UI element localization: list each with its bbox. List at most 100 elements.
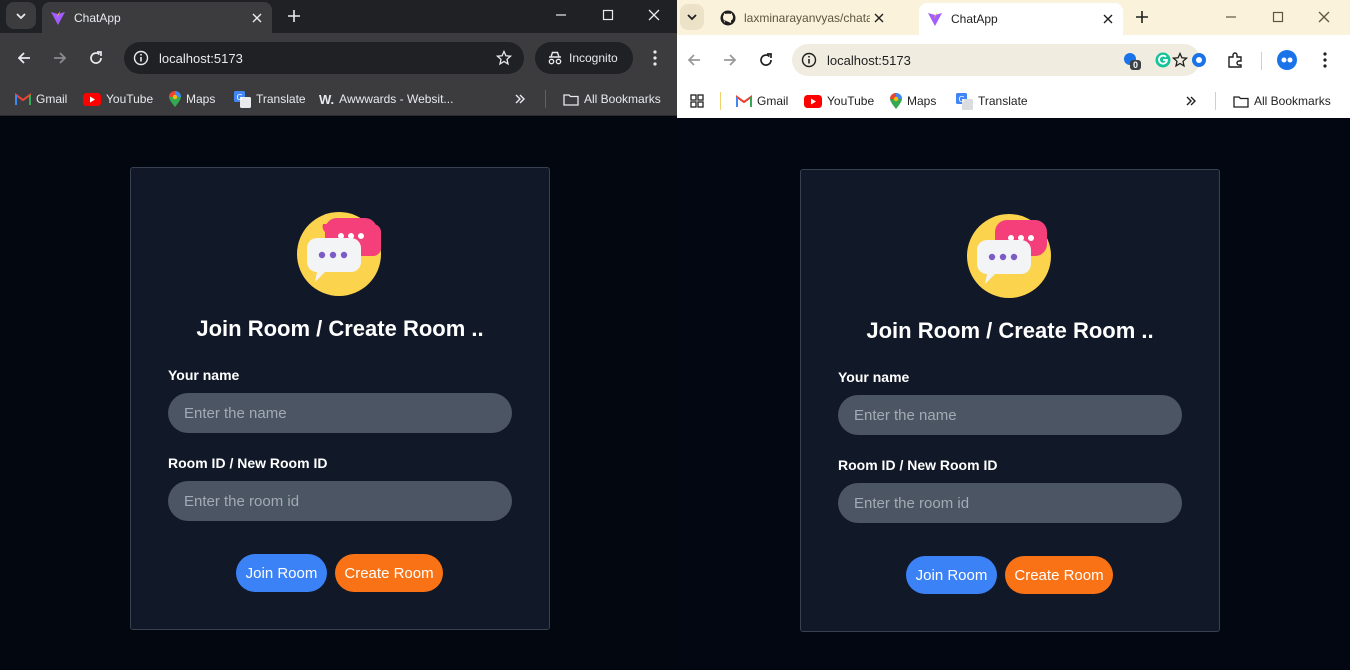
- name-input[interactable]: [168, 393, 512, 433]
- close-window-button[interactable]: [641, 3, 667, 27]
- bookmark-maps[interactable]: Maps: [169, 87, 215, 111]
- close-tab-button[interactable]: [870, 9, 888, 27]
- chevron-double-right-icon: [1186, 96, 1196, 106]
- extensions-menu-button[interactable]: [1222, 47, 1248, 73]
- address-text: localhost:5173: [827, 53, 911, 68]
- bookmark-label: Maps: [186, 92, 216, 106]
- tab-search-button[interactable]: [6, 2, 36, 29]
- tab-chatapp[interactable]: ChatApp: [919, 3, 1123, 35]
- bookmarks-divider: [545, 90, 546, 108]
- name-input[interactable]: [838, 395, 1182, 435]
- maximize-icon: [602, 9, 614, 21]
- back-button[interactable]: [11, 45, 37, 71]
- address-text: localhost:5173: [159, 51, 243, 66]
- join-room-button[interactable]: Join Room: [906, 556, 997, 594]
- profile-avatar-icon: [1277, 50, 1297, 70]
- bookmark-gmail[interactable]: Gmail: [736, 89, 788, 113]
- more-bookmarks-button[interactable]: [1185, 89, 1197, 113]
- grammarly-icon: [1155, 52, 1171, 68]
- close-window-button[interactable]: [1311, 5, 1337, 29]
- incognito-label: Incognito: [569, 51, 618, 65]
- new-tab-button[interactable]: [1131, 6, 1153, 28]
- back-button[interactable]: [681, 47, 707, 73]
- tab-title: laxminarayanvyas/chatapp: [744, 11, 870, 25]
- folder-icon: [563, 93, 579, 106]
- apps-grid-icon: [690, 94, 704, 108]
- bookmarks-bar: Gmail YouTube Maps G Translate W. Awwwar…: [0, 83, 677, 116]
- bookmark-awwwards[interactable]: W. Awwwards - Websit...: [319, 87, 453, 111]
- incognito-icon: [548, 51, 562, 65]
- create-room-button[interactable]: Create Room: [1005, 556, 1113, 594]
- bookmark-label: YouTube: [827, 94, 875, 108]
- bookmark-youtube[interactable]: YouTube: [804, 89, 874, 113]
- more-vertical-icon: [653, 50, 657, 66]
- browser-menu-button[interactable]: [1315, 47, 1335, 73]
- chevron-double-right-icon: [515, 94, 525, 104]
- bookmark-youtube[interactable]: YouTube: [83, 87, 153, 111]
- maps-pin-icon: [169, 91, 181, 107]
- minimize-button[interactable]: [548, 3, 574, 27]
- gmail-icon: [15, 93, 31, 105]
- bookmark-translate[interactable]: G Translate: [234, 87, 306, 111]
- close-icon: [874, 13, 884, 23]
- bookmark-translate[interactable]: G Translate: [956, 89, 1028, 113]
- forward-button[interactable]: [47, 45, 73, 71]
- close-icon: [1318, 11, 1330, 23]
- profile-avatar-button[interactable]: [1274, 47, 1300, 73]
- site-info-icon[interactable]: [801, 52, 817, 68]
- bookmark-label: Translate: [256, 92, 306, 106]
- close-tab-button[interactable]: [248, 9, 266, 27]
- more-bookmarks-button[interactable]: [514, 87, 526, 111]
- browser-menu-button[interactable]: [645, 45, 665, 71]
- form-heading: Join Room / Create Room ..: [196, 316, 484, 341]
- minimize-icon: [1226, 16, 1236, 18]
- forward-button[interactable]: [717, 47, 743, 73]
- youtube-icon: [83, 92, 101, 106]
- reload-button[interactable]: [83, 45, 109, 71]
- translate-icon: G: [956, 92, 973, 110]
- bookmark-star-icon[interactable]: [496, 50, 512, 66]
- room-id-input[interactable]: [838, 483, 1182, 523]
- maximize-button[interactable]: [1265, 5, 1291, 29]
- tab-title: ChatApp: [74, 10, 121, 25]
- close-tab-button[interactable]: [1099, 10, 1117, 28]
- chat-bubbles-logo-icon: [967, 214, 1051, 298]
- reload-icon: [90, 51, 102, 64]
- maps-pin-icon: [890, 93, 902, 109]
- incognito-indicator[interactable]: Incognito: [535, 42, 633, 74]
- new-tab-button[interactable]: [283, 5, 305, 27]
- room-id-input[interactable]: [168, 481, 512, 521]
- reload-button[interactable]: [753, 47, 779, 73]
- bookmark-gmail[interactable]: Gmail: [15, 87, 67, 111]
- tab-search-button[interactable]: [680, 4, 704, 30]
- apps-button[interactable]: [690, 89, 704, 113]
- grammarly-extension-button[interactable]: [1150, 47, 1176, 73]
- extension-counter-button[interactable]: 0: [1118, 47, 1144, 73]
- tab-chatapp[interactable]: ChatApp: [42, 2, 272, 33]
- bookmark-maps[interactable]: Maps: [890, 89, 936, 113]
- tab-github[interactable]: laxminarayanvyas/chatapp: [712, 4, 894, 32]
- name-label: Your name: [838, 369, 910, 385]
- address-bar[interactable]: localhost:5173: [124, 42, 524, 74]
- tab-strip: laxminarayanvyas/chatapp ChatApp: [677, 0, 1350, 35]
- minimize-button[interactable]: [1218, 5, 1244, 29]
- browser-toolbar: localhost:5173 0: [677, 35, 1350, 85]
- all-bookmarks-folder[interactable]: All Bookmarks: [563, 87, 661, 111]
- create-room-button[interactable]: Create Room: [335, 554, 443, 592]
- all-bookmarks-folder[interactable]: All Bookmarks: [1233, 89, 1331, 113]
- close-icon: [648, 9, 660, 21]
- join-room-card: Join Room / Create Room .. Your name Roo…: [800, 169, 1220, 632]
- youtube-icon: [804, 94, 822, 108]
- join-room-button[interactable]: Join Room: [236, 554, 327, 592]
- bookmark-label: Gmail: [36, 92, 68, 106]
- bookmark-label: All Bookmarks: [584, 92, 661, 106]
- plus-icon: [1136, 11, 1148, 23]
- close-icon: [252, 13, 262, 22]
- arrow-left-icon: [687, 54, 700, 66]
- maximize-button[interactable]: [595, 3, 621, 27]
- browser-toolbar: localhost:5173 Incognito: [0, 33, 677, 83]
- extension-button[interactable]: [1186, 47, 1212, 73]
- toolbar-divider: [1261, 52, 1262, 70]
- extension-logo-icon: [1192, 53, 1206, 67]
- site-info-icon[interactable]: [133, 50, 149, 66]
